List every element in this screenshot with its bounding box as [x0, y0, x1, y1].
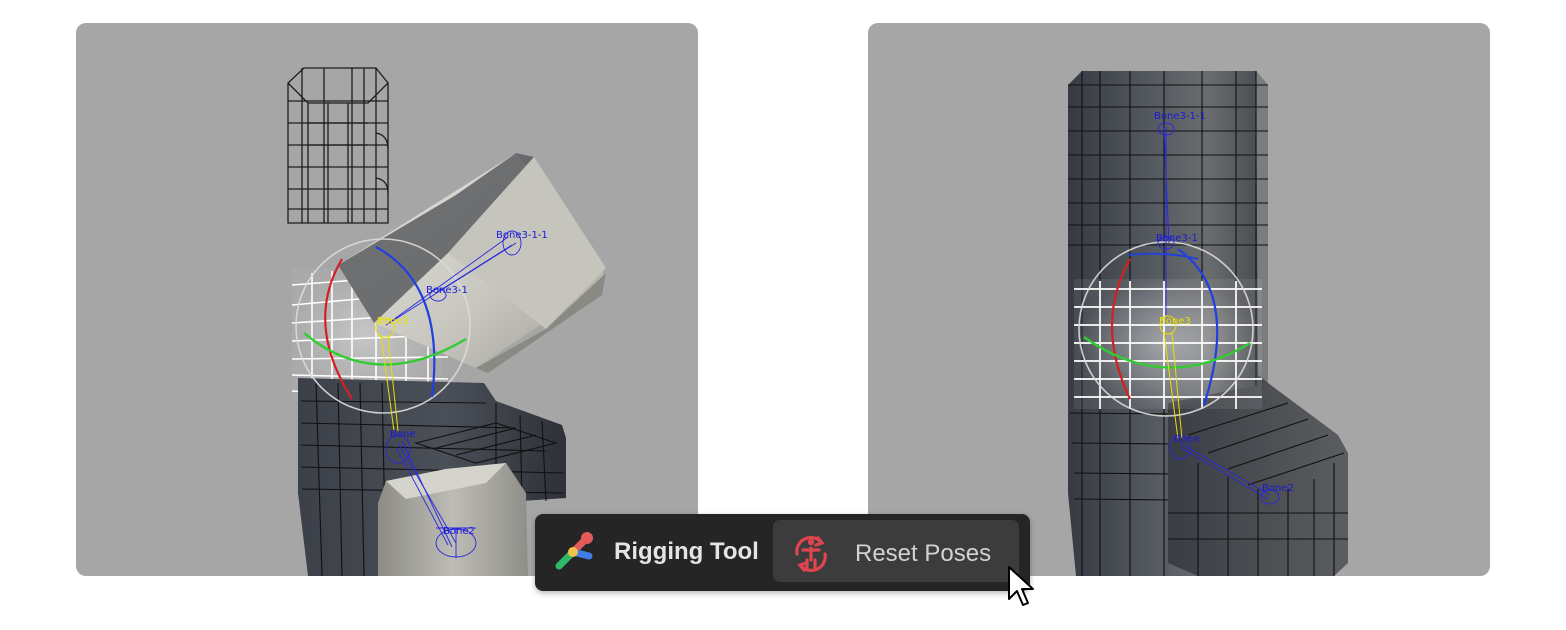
mouse-pointer-icon [1007, 565, 1037, 609]
left-viewport-canvas[interactable]: Bone3-1-1 Bone3-1 Bone3 Bone Bone2 [76, 23, 698, 576]
upper-wireframe-segment [287, 67, 389, 224]
wrench-icon [551, 530, 595, 574]
bone-label-bone3-1: Bone3-1 [426, 285, 468, 296]
bone-label-bone3-1-1: Bone3-1-1 [1154, 111, 1206, 122]
right-viewport-canvas[interactable]: Bone3-1-1 Bone3-1 Bone3 Bone Bone2 [868, 23, 1490, 576]
bone-label-bone3-1: Bone3-1 [1156, 233, 1198, 244]
bone-label-bone2: Bone2 [443, 526, 475, 537]
right-viewport[interactable]: Bone3-1-1 Bone3-1 Bone3 Bone Bone2 [868, 23, 1490, 576]
bone-label-bone3: Bone3 [377, 316, 409, 327]
bone-label-bone: Bone [390, 429, 415, 440]
rigging-toolbar: Rigging Tool Reset Poses [535, 514, 1030, 591]
bone-label-bone2: Bone2 [1262, 483, 1294, 494]
reset-poses-button[interactable]: Reset Poses [773, 520, 1019, 582]
left-viewport[interactable]: Bone3-1-1 Bone3-1 Bone3 Bone Bone2 [76, 23, 698, 576]
foot-mesh [1168, 383, 1348, 576]
reset-pose-figure-icon [791, 534, 831, 574]
bone-label-bone3: Bone3 [1159, 316, 1191, 327]
bend-region [1074, 279, 1262, 409]
tool-title: Rigging Tool [614, 538, 759, 565]
reset-poses-label: Reset Poses [855, 540, 992, 567]
lower-posed-cube [378, 463, 528, 576]
bone-label-bone3-1-1: Bone3-1-1 [496, 230, 548, 241]
bone-label-bone: Bone [1174, 434, 1199, 445]
